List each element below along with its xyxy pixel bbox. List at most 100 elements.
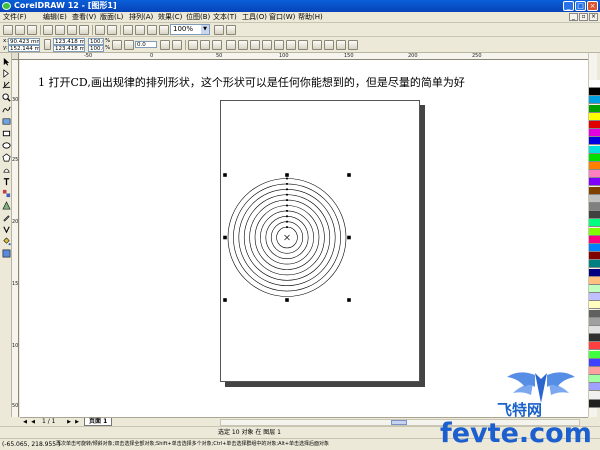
zoom-tool-icon[interactable] <box>2 93 11 102</box>
trim-icon[interactable] <box>238 40 248 50</box>
circle-node[interactable] <box>286 215 288 218</box>
text-tool-icon[interactable] <box>2 177 11 186</box>
ungroup-all-icon[interactable] <box>212 40 222 50</box>
mirror-vertical-icon[interactable] <box>172 40 182 50</box>
selection-handle[interactable] <box>223 173 227 177</box>
palette-swatch[interactable] <box>589 358 600 367</box>
palette-swatch[interactable] <box>589 194 600 203</box>
zoom-fit-icon[interactable] <box>214 25 224 35</box>
create-boundary-icon[interactable] <box>298 40 308 50</box>
import-icon[interactable] <box>123 25 133 35</box>
maximize-button[interactable]: □ <box>575 1 586 11</box>
width-field[interactable]: 123.418 mm <box>53 38 85 45</box>
pick-tool-icon[interactable] <box>2 57 11 66</box>
mirror-horizontal-icon[interactable] <box>160 40 170 50</box>
scale-x-field[interactable]: 100.0 <box>88 38 104 45</box>
palette-swatch[interactable] <box>589 129 600 138</box>
menu-text[interactable]: 文本(T) <box>213 13 237 22</box>
rectangle-tool-icon[interactable] <box>2 129 11 138</box>
palette-swatch[interactable] <box>589 80 600 88</box>
menu-edit[interactable]: 编辑(E) <box>43 13 67 22</box>
palette-swatch[interactable] <box>589 293 600 302</box>
y-position-field[interactable]: 152.144 mm <box>8 45 40 52</box>
palette-swatch[interactable] <box>589 162 600 170</box>
palette-swatch[interactable] <box>589 178 600 187</box>
previous-page-icon[interactable]: ◀ <box>30 419 36 425</box>
menu-bitmaps[interactable]: 位图(B) <box>186 13 210 22</box>
circle-node[interactable] <box>286 226 288 228</box>
palette-swatch[interactable] <box>589 383 600 392</box>
palette-swatch[interactable] <box>589 260 600 269</box>
selection-handle[interactable] <box>347 298 351 302</box>
circle-node[interactable] <box>286 193 288 196</box>
menu-window[interactable]: 窗口(W) <box>269 13 295 22</box>
coreldraw-app-icon[interactable] <box>2 2 11 10</box>
palette-swatch[interactable] <box>589 219 600 228</box>
circle-node[interactable] <box>286 183 288 185</box>
palette-swatch[interactable] <box>589 309 600 318</box>
front-minus-back-icon[interactable] <box>274 40 284 50</box>
group-icon[interactable] <box>188 40 198 50</box>
paste-icon[interactable] <box>79 25 89 35</box>
eyedropper-tool-icon[interactable] <box>2 213 11 222</box>
lock-ratio-icon[interactable] <box>112 40 122 50</box>
palette-swatch[interactable] <box>589 145 600 154</box>
drawing-canvas[interactable]: 1 打开CD,画出规律的排列形状，这个形状可以是任何你能想到的，但是尽量的简单为… <box>20 60 588 417</box>
circle-node[interactable] <box>286 177 288 180</box>
new-document-icon[interactable] <box>3 25 13 35</box>
scale-y-field[interactable]: 100.0 <box>88 45 104 52</box>
back-minus-front-icon[interactable] <box>286 40 296 50</box>
circle-node[interactable] <box>286 204 288 207</box>
palette-swatch[interactable] <box>589 235 600 244</box>
basic-shapes-tool-icon[interactable] <box>2 165 11 174</box>
circle-node[interactable] <box>286 199 288 201</box>
doc-minimize-button[interactable]: _ <box>569 13 578 21</box>
open-icon[interactable] <box>15 25 25 35</box>
palette-swatch[interactable] <box>589 317 600 326</box>
palette-swatch[interactable] <box>589 391 600 400</box>
palette-swatch[interactable] <box>589 153 600 162</box>
intersect-icon[interactable] <box>250 40 260 50</box>
selection-handle[interactable] <box>285 298 289 302</box>
redo-icon[interactable] <box>107 25 117 35</box>
menu-effects[interactable]: 效果(C) <box>158 13 182 22</box>
x-position-field[interactable]: 90.423 mm <box>8 38 40 45</box>
palette-swatch[interactable] <box>589 375 600 384</box>
height-field[interactable]: 123.418 mm <box>53 45 85 52</box>
convert-to-curves-icon[interactable] <box>348 40 358 50</box>
palette-swatch[interactable] <box>589 203 600 211</box>
horizontal-scrollbar-thumb[interactable] <box>391 420 407 425</box>
weld-icon[interactable] <box>226 40 236 50</box>
circle-node[interactable] <box>286 210 288 212</box>
palette-swatch[interactable] <box>589 301 600 310</box>
export-icon[interactable] <box>135 25 145 35</box>
align-distribute-icon[interactable] <box>312 40 322 50</box>
cut-icon[interactable] <box>55 25 65 35</box>
ruler-origin-corner[interactable] <box>12 53 19 60</box>
vertical-ruler[interactable]: 300 250 200 150 100 50 <box>12 60 19 417</box>
save-icon[interactable] <box>27 25 37 35</box>
circle-node[interactable] <box>286 188 288 191</box>
selection-handle[interactable] <box>347 235 351 240</box>
close-button[interactable]: × <box>587 1 598 11</box>
selection-handle[interactable] <box>223 298 227 302</box>
palette-swatch[interactable] <box>589 211 600 220</box>
menu-view[interactable]: 查看(V) <box>72 13 96 22</box>
selection-handle[interactable] <box>285 173 289 177</box>
doc-close-button[interactable]: × <box>589 13 598 21</box>
center-marker-icon[interactable] <box>284 234 290 241</box>
horizontal-ruler[interactable]: -50 0 50 100 150 200 250 <box>12 53 588 60</box>
menu-layout[interactable]: 版面(L) <box>100 13 123 22</box>
copy-icon[interactable] <box>67 25 77 35</box>
palette-swatch[interactable] <box>589 121 600 129</box>
page-tab[interactable]: 页面 1 <box>84 418 113 426</box>
to-front-icon[interactable] <box>324 40 334 50</box>
outline-tool-icon[interactable] <box>2 225 11 234</box>
simplify-icon[interactable] <box>262 40 272 50</box>
palette-swatch[interactable] <box>589 104 600 113</box>
undo-icon[interactable] <box>95 25 105 35</box>
palette-swatch[interactable] <box>589 244 600 252</box>
zoom-level-select[interactable]: 100% ▼ <box>170 24 210 35</box>
palette-swatch[interactable] <box>589 326 600 334</box>
crop-tool-icon[interactable] <box>2 81 11 90</box>
